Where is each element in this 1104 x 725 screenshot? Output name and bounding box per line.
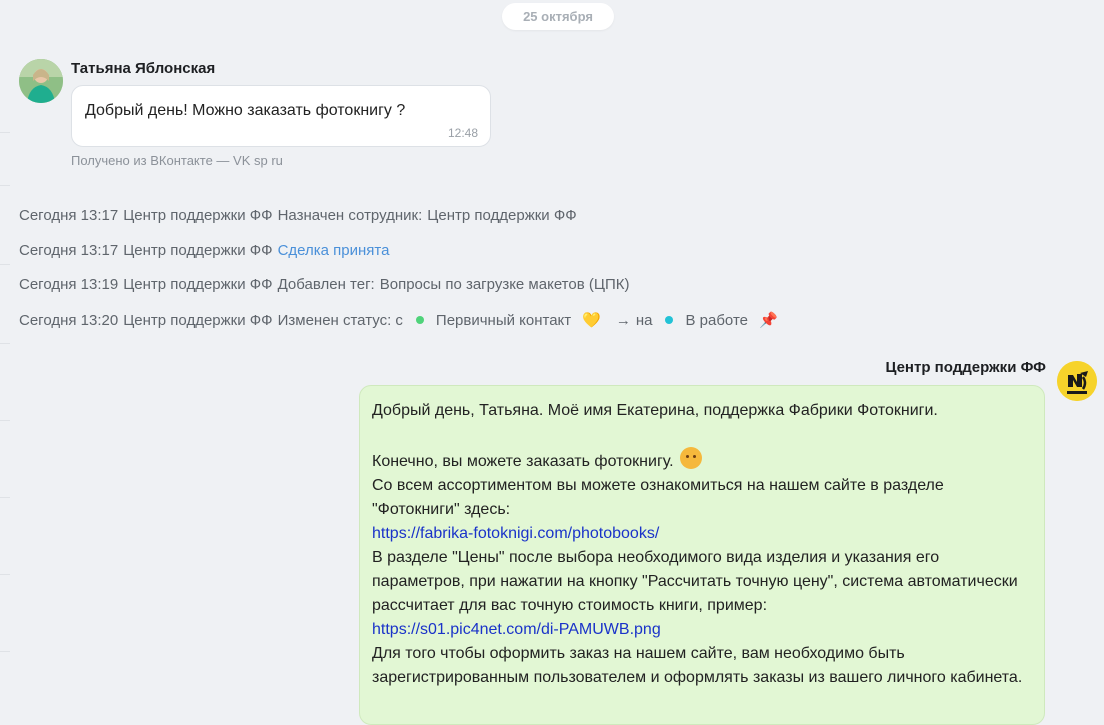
event-actor: Центр поддержки ФФ xyxy=(123,311,273,329)
rail-divider xyxy=(0,264,10,265)
incoming-message: Добрый день! Можно заказать фотокнигу ? … xyxy=(71,85,491,147)
arrow-right-icon: → xyxy=(615,311,631,329)
agent-logo-icon xyxy=(1057,361,1097,401)
message-paragraph: Для того чтобы оформить заказ на нашем с… xyxy=(372,645,1023,686)
message-paragraph: Со всем ассортиментом вы можете ознакоми… xyxy=(372,477,944,518)
hugging-face-icon xyxy=(679,447,702,469)
event-actor: Центр поддержки ФФ xyxy=(123,242,273,259)
event-value: Центр поддержки ФФ xyxy=(427,207,577,224)
incoming-message-text: Добрый день! Можно заказать фотокнигу ? xyxy=(85,102,406,119)
deal-accepted-link[interactable]: Сделка принята xyxy=(278,242,390,259)
client-photo-icon xyxy=(19,59,63,103)
rail-divider xyxy=(0,497,10,498)
outgoing-message: Добрый день, Татьяна. Моё имя Екатерина,… xyxy=(359,385,1045,725)
status-to: В работе xyxy=(685,311,748,329)
status-dot-green-icon xyxy=(415,316,424,324)
event-tag-value: Вопросы по загрузке макетов (ЦПК) xyxy=(379,276,630,293)
agent-avatar[interactable] xyxy=(1057,361,1097,401)
left-rail xyxy=(0,0,10,717)
incoming-message-time: 12:48 xyxy=(447,126,478,140)
rail-divider xyxy=(0,420,10,421)
status-from: Первичный контакт xyxy=(435,311,572,329)
event-time: Сегодня 13:17 xyxy=(19,207,119,224)
pushpin-icon: 📌 xyxy=(759,311,778,329)
message-source: Получено из ВКонтакте — VK sp ru xyxy=(71,153,283,168)
event-action: Добавлен тег: xyxy=(277,276,375,293)
event-actor: Центр поддержки ФФ xyxy=(123,276,273,293)
event-time: Сегодня 13:19 xyxy=(19,276,119,293)
status-to-word: на xyxy=(635,311,653,329)
rail-divider xyxy=(0,651,10,652)
date-divider: 25 октября xyxy=(502,3,614,30)
message-paragraph: В разделе "Цены" после выбора необходимо… xyxy=(372,549,1018,614)
event-actor: Центр поддержки ФФ xyxy=(123,207,273,224)
event-time: Сегодня 13:20 xyxy=(19,311,119,329)
event-tag-added: Сегодня 13:19 Центр поддержки ФФ Добавле… xyxy=(19,276,634,293)
example-image-link[interactable]: https://s01.pic4net.com/di-PAMUWB.png xyxy=(372,621,661,638)
agent-name[interactable]: Центр поддержки ФФ xyxy=(885,359,1046,376)
client-avatar[interactable] xyxy=(19,59,63,103)
rail-divider xyxy=(0,343,10,344)
event-time: Сегодня 13:17 xyxy=(19,242,119,259)
photobooks-link[interactable]: https://fabrika-fotoknigi.com/photobooks… xyxy=(372,525,659,542)
yellow-heart-icon: 💛 xyxy=(582,311,601,329)
message-paragraph: Конечно, вы можете заказать фотокнигу. xyxy=(372,447,1032,474)
event-action: Назначен сотрудник: xyxy=(277,207,423,224)
rail-divider xyxy=(0,132,10,133)
event-action: Изменен статус: с xyxy=(277,311,403,329)
rail-divider xyxy=(0,574,10,575)
status-dot-cyan-icon xyxy=(665,316,674,324)
client-name[interactable]: Татьяна Яблонская xyxy=(71,60,215,77)
event-status-changed: Сегодня 13:20 Центр поддержки ФФ Изменен… xyxy=(19,311,783,329)
message-paragraph: Добрый день, Татьяна. Моё имя Екатерина,… xyxy=(372,402,938,419)
rail-divider xyxy=(0,185,10,186)
event-assigned: Сегодня 13:17 Центр поддержки ФФ Назначе… xyxy=(19,207,582,224)
event-deal-accepted: Сегодня 13:17 Центр поддержки ФФ Сделка … xyxy=(19,242,394,259)
